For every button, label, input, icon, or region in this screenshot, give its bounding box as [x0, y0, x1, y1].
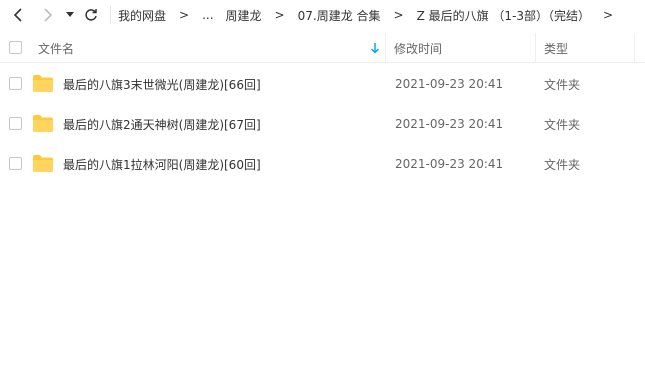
file-modified-time: 2021-09-23 20:41 — [395, 77, 504, 91]
file-row[interactable]: 最后的八旗2通天神树(周建龙)[67回] 2021-09-23 20:41 文件… — [0, 104, 645, 144]
refresh-icon[interactable] — [84, 7, 98, 23]
file-modified-time: 2021-09-23 20:41 — [395, 117, 504, 131]
row-checkbox[interactable] — [9, 157, 22, 170]
file-name[interactable]: 最后的八旗2通天神树(周建龙)[67回] — [63, 104, 261, 144]
column-divider[interactable] — [385, 33, 386, 63]
file-type: 文件夹 — [544, 117, 581, 132]
column-divider[interactable] — [634, 33, 635, 63]
file-row[interactable]: 最后的八旗1拉林河阳(周建龙)[60回] 2021-09-23 20:41 文件… — [0, 144, 645, 184]
breadcrumb-separator: > — [603, 8, 614, 22]
file-type: 文件夹 — [544, 157, 581, 172]
toolbar: 我的网盘 > ... 周建龙 > 07.周建龙 合集 > Z 最后的八旗 （1-… — [0, 0, 645, 30]
chevron-right-icon[interactable] — [41, 7, 55, 23]
breadcrumb-separator: > — [179, 8, 190, 22]
breadcrumb-item-ellipsis[interactable]: ... — [196, 8, 219, 22]
file-name[interactable]: 最后的八旗3末世微光(周建龙)[66回] — [63, 64, 261, 104]
column-divider[interactable] — [535, 33, 536, 63]
file-type: 文件夹 — [544, 77, 581, 92]
breadcrumb-item-current[interactable]: Z 最后的八旗 （1-3部）（完结） — [411, 7, 596, 24]
row-checkbox[interactable] — [9, 117, 22, 130]
breadcrumb-item-collection[interactable]: 07.周建龙 合集 — [292, 7, 387, 24]
column-header-name[interactable]: 文件名 — [38, 33, 383, 63]
toolbar-divider — [110, 6, 111, 24]
row-checkbox[interactable] — [9, 77, 22, 90]
breadcrumb-item-root[interactable]: 我的网盘 — [112, 7, 172, 24]
file-modified-time: 2021-09-23 20:41 — [395, 157, 504, 171]
sort-down-arrow-icon[interactable] — [370, 42, 380, 54]
breadcrumb: 我的网盘 > ... 周建龙 > 07.周建龙 合集 > Z 最后的八旗 （1-… — [112, 0, 620, 30]
column-header-type[interactable]: 类型 — [544, 33, 634, 63]
folder-icon — [33, 155, 53, 172]
breadcrumb-separator: > — [393, 8, 404, 22]
breadcrumb-separator: > — [274, 8, 285, 22]
file-row[interactable]: 最后的八旗3末世微光(周建龙)[66回] 2021-09-23 20:41 文件… — [0, 64, 645, 104]
file-name[interactable]: 最后的八旗1拉林河阳(周建龙)[60回] — [63, 144, 261, 184]
file-list-header: 文件名 修改时间 类型 — [0, 33, 645, 63]
breadcrumb-item-zhoujianlong[interactable]: 周建龙 — [220, 7, 268, 24]
folder-icon — [33, 75, 53, 92]
caret-down-icon[interactable] — [65, 7, 75, 23]
column-header-modified[interactable]: 修改时间 — [394, 33, 534, 63]
chevron-left-icon[interactable] — [11, 7, 25, 23]
select-all-checkbox[interactable] — [9, 41, 22, 54]
folder-icon — [33, 115, 53, 132]
